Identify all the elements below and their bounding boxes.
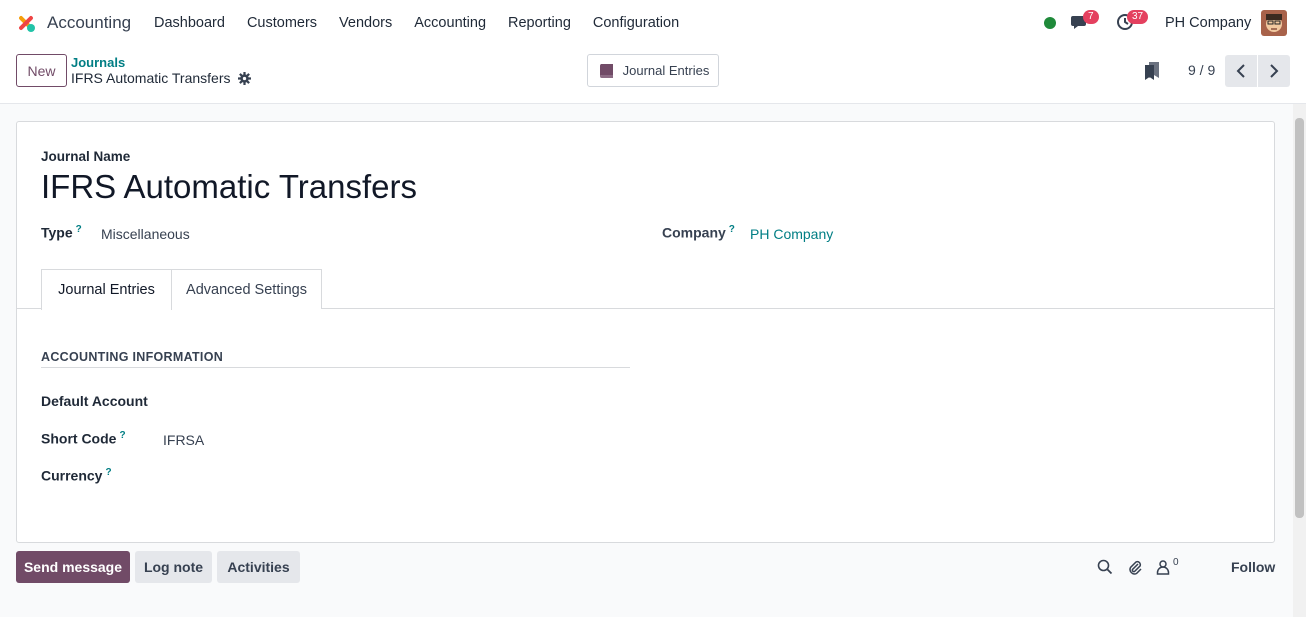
short-code-label: Short Code? [41, 430, 126, 447]
menu-customers[interactable]: Customers [236, 0, 328, 46]
company-label: Company? [662, 224, 735, 241]
app-name[interactable]: Accounting [47, 13, 131, 33]
type-label-text: Type [41, 224, 73, 241]
currency-label: Currency? [41, 467, 112, 484]
page-scrollbar[interactable] [1293, 104, 1306, 617]
short-code-field[interactable]: IFRSA [163, 432, 204, 448]
follower-count: 0 [1173, 557, 1179, 568]
activities-button[interactable]: Activities [217, 551, 300, 583]
main-menu: Dashboard Customers Vendors Accounting R… [143, 0, 690, 46]
default-account-label: Default Account [41, 393, 148, 409]
tab-journal-entries[interactable]: Journal Entries [41, 269, 172, 310]
short-code-label-text: Short Code [41, 430, 117, 447]
pager-previous-button[interactable] [1225, 55, 1257, 87]
menu-vendors[interactable]: Vendors [328, 0, 403, 46]
log-note-button[interactable]: Log note [135, 551, 212, 583]
type-field[interactable]: Miscellaneous [101, 226, 190, 242]
breadcrumb-current: IFRS Automatic Transfers [71, 70, 231, 86]
book-icon [599, 63, 613, 78]
accounting-app-icon[interactable] [15, 12, 37, 34]
menu-configuration[interactable]: Configuration [582, 0, 690, 46]
company-switcher[interactable]: PH Company [1165, 15, 1251, 31]
breadcrumb-journals[interactable]: Journals [71, 55, 125, 70]
chevron-left-icon [1236, 64, 1245, 78]
notebook-tabs: Journal Entries Advanced Settings [17, 269, 1274, 310]
menu-reporting[interactable]: Reporting [497, 0, 582, 46]
user-avatar[interactable] [1261, 10, 1287, 36]
top-navbar: Accounting Dashboard Customers Vendors A… [0, 0, 1306, 46]
company-help-icon[interactable]: ? [729, 224, 735, 235]
section-title-accounting-info: ACCOUNTING INFORMATION [41, 350, 224, 364]
company-field[interactable]: PH Company [750, 226, 833, 242]
presence-indicator-icon[interactable] [1044, 17, 1056, 29]
menu-dashboard[interactable]: Dashboard [143, 0, 236, 46]
bookmark-icon[interactable] [1145, 62, 1159, 80]
followers-icon[interactable] [1155, 559, 1171, 575]
type-label: Type? [41, 224, 82, 241]
new-button[interactable]: New [16, 54, 67, 87]
pager-value[interactable]: 9 / 9 [1188, 62, 1215, 78]
control-panel: New Journals IFRS Automatic Transfers Jo… [0, 46, 1306, 104]
smart-button-label: Journal Entries [622, 63, 710, 78]
gear-icon[interactable] [238, 72, 251, 85]
chat-count-badge: 7 [1083, 10, 1099, 24]
menu-accounting[interactable]: Accounting [403, 0, 497, 46]
follow-button[interactable]: Follow [1231, 559, 1275, 575]
currency-help-icon[interactable]: ? [105, 467, 111, 478]
company-label-text: Company [662, 224, 726, 241]
tab-advanced-settings[interactable]: Advanced Settings [171, 269, 322, 309]
journal-entries-smart-button[interactable]: Journal Entries [587, 54, 719, 87]
journal-name-field[interactable]: IFRS Automatic Transfers [41, 168, 417, 206]
short-code-help-icon[interactable]: ? [119, 430, 125, 441]
paperclip-icon[interactable] [1127, 559, 1143, 575]
type-help-icon[interactable]: ? [76, 224, 82, 235]
form-sheet: Journal Name IFRS Automatic Transfers Ty… [16, 121, 1275, 543]
pager-next-button[interactable] [1258, 55, 1290, 87]
activity-count-badge: 37 [1127, 10, 1149, 24]
chevron-right-icon [1270, 64, 1279, 78]
section-divider [41, 367, 630, 368]
journal-name-label: Journal Name [41, 149, 131, 164]
search-icon[interactable] [1097, 559, 1113, 575]
currency-label-text: Currency [41, 467, 103, 484]
send-message-button[interactable]: Send message [16, 551, 130, 583]
scrollbar-thumb[interactable] [1295, 118, 1304, 518]
